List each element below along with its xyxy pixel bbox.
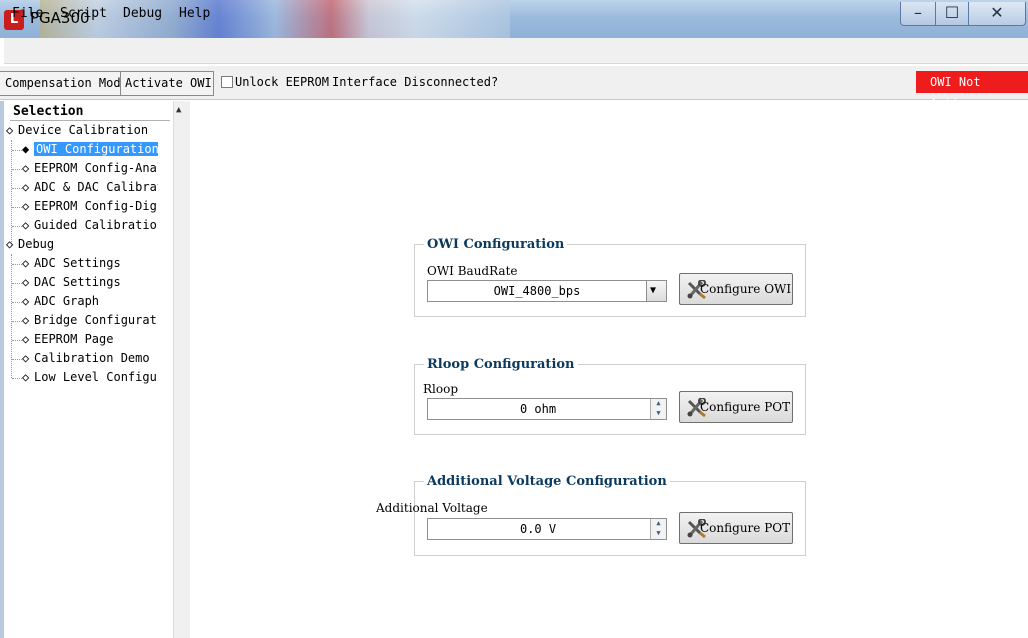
additional-voltage-label: Additional Voltage [376,501,488,515]
configure-pot-rloop-button[interactable]: Configure POT [679,391,793,423]
spin-arrows-icon[interactable]: ▲ ▼ [650,399,666,419]
owi-status-badge: OWI Not Active [916,71,1028,111]
sidebar-item-owi-configuration[interactable]: ◆ OWI Configuration [22,140,158,158]
spin-down-icon[interactable]: ▼ [651,409,666,419]
tree-group-device-calibration[interactable]: ◇ Device Calibration [6,121,148,139]
diamond-icon: ◇ [22,351,30,365]
diamond-icon: ◇ [22,275,30,289]
scroll-up-arrow-icon[interactable]: ▲ [176,105,181,115]
configure-owi-button[interactable]: Configure OWI [679,273,793,305]
diamond-icon: ◇ [22,294,30,308]
spin-up-icon[interactable]: ▲ [651,519,666,529]
configure-pot-label: Configure POT [700,400,791,414]
collapse-diamond-icon[interactable]: ◇ [6,121,18,139]
sidebar-item-adc-settings[interactable]: ◇ ADC Settings [22,254,158,272]
close-button[interactable]: ✕ [968,2,1026,26]
menu-script[interactable]: Script [60,6,107,21]
tree-connector [12,340,22,341]
tree-connector [11,140,12,246]
sidebar-item-calibration-demo[interactable]: ◇ Calibration Demo [22,349,158,367]
sidebar-item-low-level-configuration[interactable]: ◇Low Level Configuration [22,368,158,386]
configure-owi-label: Configure OWI [700,282,792,296]
tree-connector [12,169,22,170]
tree-group-debug[interactable]: ◇ Debug [6,235,54,253]
sidebar-item-guided-calibration[interactable]: ◇ Guided Calibration [22,216,158,234]
diamond-icon: ◇ [22,218,30,232]
tree-connector [12,264,22,265]
configure-pot-voltage-button[interactable]: Configure POT [679,512,793,544]
tree-connector [12,150,22,151]
owi-baudrate-label: OWI BaudRate [427,264,518,278]
rloop-label: Rloop [423,382,459,396]
diamond-icon: ◇ [22,180,30,194]
diamond-icon: ◇ [22,199,30,213]
sidebar-item-eeprom-config-digital[interactable]: ◇EEPROM Config-Digital [22,197,158,215]
tree-connector [12,359,22,360]
tree-connector [12,207,22,208]
spin-down-icon[interactable]: ▼ [651,529,666,539]
tree-connector [12,188,22,189]
sidebar-item-adc-graph[interactable]: ◇ ADC Graph [22,292,158,310]
taskbar-thumbnails-background [40,0,510,38]
chevron-down-icon: ▼ [650,285,657,296]
collapse-diamond-icon[interactable]: ◇ [6,235,18,253]
tree-connector [12,321,22,322]
tree-connector [12,283,22,284]
tree-connector [12,226,22,227]
selected-diamond-icon: ◆ [22,142,30,156]
maximize-button[interactable]: ☐ [935,2,969,26]
menu-debug[interactable]: Debug [123,6,162,21]
spin-arrows-icon[interactable]: ▲ ▼ [650,519,666,539]
rloop-spinbox[interactable]: 0 ohm [427,398,667,420]
activate-owi-button[interactable]: Activate OWI [120,71,214,96]
diamond-icon: ◇ [22,313,30,327]
additional-voltage-title: Additional Voltage Configuration [424,474,670,489]
owi-baudrate-select[interactable]: OWI_4800_bps [427,280,667,302]
additional-voltage-spinbox[interactable]: 0.0 V [427,518,667,540]
sidebar-item-adc-dac-calibration[interactable]: ◇ADC & DAC Calibration [22,178,158,196]
unlock-eeprom-checkbox[interactable] [221,76,233,88]
configure-pot-label: Configure POT [700,521,791,535]
menu-help[interactable]: Help [179,6,210,21]
menu-bar [4,38,1028,64]
rloop-configuration-title: Rloop Configuration [424,357,578,372]
minimize-button[interactable]: – [900,2,936,26]
tree-connector [12,378,22,379]
unlock-eeprom-label[interactable]: Unlock EEPROM [235,75,329,89]
sidebar-item-eeprom-config-analog[interactable]: ◇EEPROM Config-Analog [22,159,158,177]
compensation-mode-button[interactable]: Compensation Mode [0,71,121,96]
diamond-icon: ◇ [22,256,30,270]
selection-header: Selection [13,104,84,119]
sidebar-scrollbar[interactable] [173,101,190,638]
diamond-icon: ◇ [22,370,30,384]
diamond-icon: ◇ [22,332,30,346]
sidebar-item-bridge-configuration[interactable]: ◇Bridge Configuration [22,311,158,329]
tree-connector [12,302,22,303]
sidebar-item-dac-settings[interactable]: ◇ DAC Settings [22,273,158,291]
diamond-icon: ◇ [22,161,30,175]
owi-configuration-title: OWI Configuration [424,237,568,252]
sidebar-item-eeprom-page[interactable]: ◇ EEPROM Page [22,330,158,348]
spin-up-icon[interactable]: ▲ [651,399,666,409]
menu-file[interactable]: File [12,6,43,21]
interface-status-text: Interface Disconnected? [332,75,499,89]
